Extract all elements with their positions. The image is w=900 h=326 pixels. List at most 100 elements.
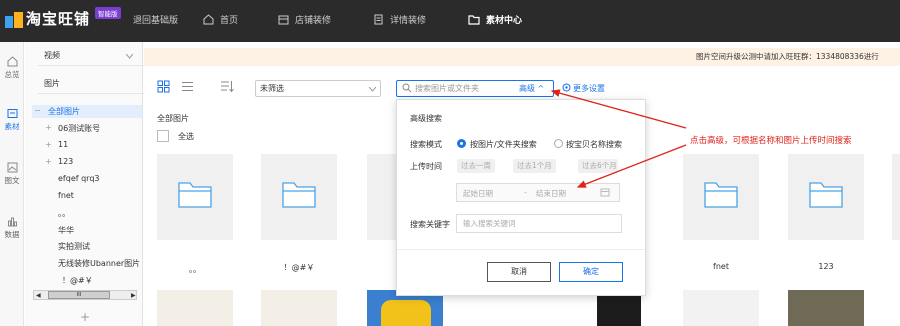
chart-icon	[7, 217, 17, 227]
time-chip-week[interactable]: 过去一周	[457, 159, 495, 173]
image-thumbnail[interactable]	[788, 290, 864, 326]
grid-view-icon[interactable]	[157, 80, 170, 93]
nav-back-basic-label: 退回基础版	[133, 16, 179, 26]
nav-back-basic[interactable]: 退回基础版	[133, 13, 178, 26]
tree-item[interactable]: ！@#￥	[62, 275, 93, 286]
gallery-title: 全部图片	[157, 114, 189, 123]
tree-category-image-label: 图片	[44, 79, 60, 88]
tree-item[interactable]: 123	[58, 157, 73, 166]
tree-item[interactable]: 无线装修Ubanner图片	[58, 258, 142, 269]
tree-item[interactable]: 实拍测试	[58, 241, 90, 252]
confirm-button[interactable]: 确定	[559, 262, 623, 282]
more-settings-link[interactable]: 更多设置	[573, 83, 605, 94]
folder-card[interactable]	[788, 154, 864, 240]
nav-home-label: 首页	[220, 16, 239, 26]
chevron-down-icon	[369, 87, 376, 92]
filter-select[interactable]: 未筛选	[255, 80, 381, 97]
nav-shop-decor[interactable]: 店铺装修	[278, 13, 331, 26]
folder-name: ！@#￥	[283, 263, 315, 272]
folder-icon	[704, 182, 738, 208]
rail-material-label: 素材	[4, 122, 20, 131]
folder-card[interactable]	[261, 154, 337, 240]
notice-bar: 图片空间升级公测中请加入旺旺群：1334808336进行	[144, 48, 900, 66]
popover-title: 高级搜索	[410, 114, 442, 123]
tree-expand-toggle[interactable]: +	[45, 157, 52, 166]
home-icon	[7, 56, 17, 67]
shop-icon	[278, 15, 289, 25]
rail-data[interactable]: 数据	[0, 216, 24, 240]
scroll-right-icon[interactable]: ▶	[131, 292, 136, 299]
shop-logo-icon	[4, 11, 24, 29]
settings-icon	[562, 83, 571, 92]
document-icon	[374, 14, 383, 25]
select-all-label: 全选	[178, 132, 194, 141]
sort-icon[interactable]	[220, 80, 234, 93]
add-folder-icon[interactable]: +	[80, 310, 90, 324]
nav-material-center[interactable]: 素材中心	[468, 13, 522, 26]
rail-image-text[interactable]: 图文	[0, 162, 24, 186]
rail-overview[interactable]: 总览	[0, 56, 24, 80]
list-view-icon[interactable]	[181, 80, 194, 93]
nav-detail-decor[interactable]: 详情装修	[373, 13, 426, 26]
popover-divider	[397, 249, 645, 250]
tree-item-all[interactable]: 全部图片	[48, 106, 80, 117]
select-all-checkbox[interactable]	[157, 130, 169, 142]
date-start[interactable]: 起始日期	[463, 188, 493, 199]
brand-title: 淘宝旺铺	[26, 10, 91, 28]
tree-item[interactable]: 。。	[58, 208, 70, 219]
folder-name: 。。	[189, 265, 201, 274]
scroll-thumb[interactable]: III	[48, 291, 110, 299]
rail-material[interactable]: 素材	[0, 108, 24, 132]
folder-icon	[178, 182, 212, 208]
search-mode-option-image[interactable]: 按图片/文件夹搜索	[470, 139, 537, 150]
time-chip-month[interactable]: 过去1个月	[513, 159, 556, 173]
image-thumbnail[interactable]	[261, 290, 337, 326]
search-mode-radio-item[interactable]	[554, 139, 563, 148]
nav-shop-decor-label: 店铺装修	[295, 16, 332, 26]
annotation-text: 点击高级，可根据名称和图片上传时间搜索	[690, 136, 852, 146]
tree-item[interactable]: efqef qrq3	[58, 174, 100, 183]
search-icon	[402, 83, 412, 93]
chevron-down-icon	[126, 54, 133, 59]
search-placeholder: 搜索图片或文件夹	[415, 84, 479, 93]
search-mode-radio-image[interactable]	[457, 139, 466, 148]
image-text-icon	[7, 162, 17, 173]
calendar-icon[interactable]	[600, 187, 610, 197]
tree-category-video-label: 视频	[44, 51, 60, 60]
image-thumbnail[interactable]	[157, 290, 233, 326]
rail-data-label: 数据	[4, 230, 20, 239]
tree-expand-toggle[interactable]: +	[45, 123, 52, 132]
tree-expand-toggle[interactable]: +	[45, 140, 52, 149]
date-end[interactable]: 结束日期	[536, 188, 566, 199]
keyword-input[interactable]: 输入搜索关键词	[456, 214, 622, 233]
rail-image-text-label: 图文	[4, 176, 20, 185]
folder-card[interactable]	[367, 154, 397, 240]
folder-icon	[468, 15, 480, 25]
tree-item[interactable]: 06测试账号	[58, 123, 100, 134]
keyword-label: 搜索关键字	[410, 220, 450, 229]
home-icon	[203, 14, 214, 25]
tree-collapse-toggle[interactable]: −	[34, 106, 41, 115]
nav-material-center-label: 素材中心	[486, 16, 523, 26]
tree-category-image[interactable]: 图片	[38, 74, 144, 94]
tree-item[interactable]: 华华	[58, 225, 74, 236]
rail-overview-label: 总览	[4, 70, 20, 79]
image-thumbnail[interactable]	[683, 290, 759, 326]
date-separator: -	[524, 188, 527, 197]
time-chip-halfyear[interactable]: 过去6个月	[578, 159, 618, 173]
folder-icon	[7, 109, 17, 118]
folder-name: fnet	[713, 262, 729, 271]
search-mode-option-item[interactable]: 按宝贝名称搜索	[566, 139, 622, 150]
folder-card[interactable]	[892, 154, 900, 240]
nav-home[interactable]: 首页	[203, 13, 238, 26]
scroll-left-icon[interactable]: ◀	[36, 292, 41, 299]
advanced-search-label: 高级	[519, 84, 535, 93]
folder-card[interactable]	[683, 154, 759, 240]
nav-detail-decor-label: 详情装修	[390, 16, 427, 26]
tree-item[interactable]: fnet	[58, 191, 74, 200]
advanced-search-toggle[interactable]: 高级 ^	[519, 83, 544, 94]
cancel-button[interactable]: 取消	[487, 262, 551, 282]
edition-badge: 智能版	[95, 7, 121, 19]
tree-item[interactable]: 11	[58, 140, 68, 149]
folder-card[interactable]	[157, 154, 233, 240]
